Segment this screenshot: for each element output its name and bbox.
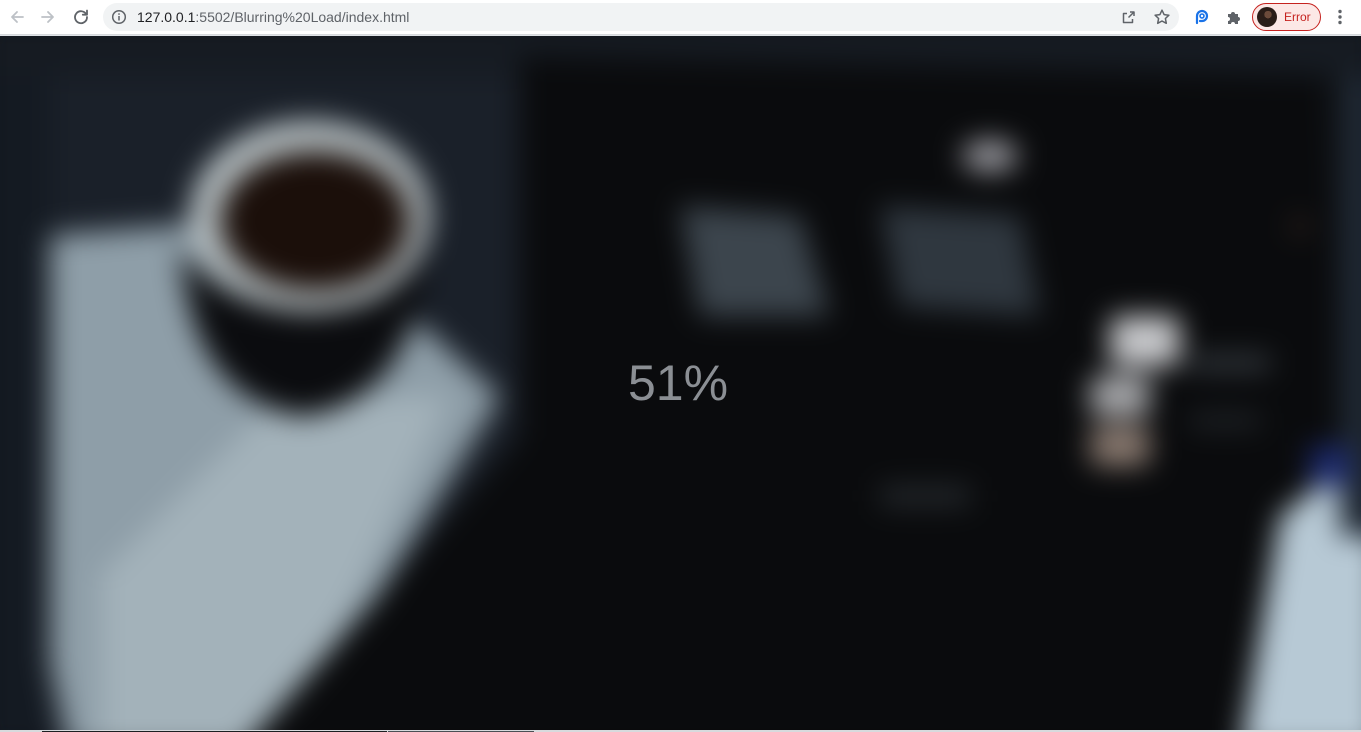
puzzle-icon[interactable] <box>1224 7 1244 27</box>
profile-button[interactable]: Error <box>1252 3 1321 31</box>
avatar <box>1257 7 1277 27</box>
arrow-right-icon <box>41 11 54 23</box>
more-vertical-icon[interactable] <box>1330 7 1350 27</box>
share-icon[interactable] <box>1120 8 1138 26</box>
url-host: 127.0.0.1 <box>137 9 196 25</box>
browser-toolbar: 127.0.0.1:5502/Blurring%20Load/index.htm… <box>0 0 1361 35</box>
reload-icon <box>74 9 88 25</box>
address-bar[interactable]: 127.0.0.1:5502/Blurring%20Load/index.htm… <box>103 3 1179 31</box>
arrow-left-icon <box>11 11 24 23</box>
loading-percentage: 51% <box>627 355 729 411</box>
url-text[interactable]: 127.0.0.1:5502/Blurring%20Load/index.htm… <box>137 9 409 25</box>
forward-button[interactable] <box>35 4 61 30</box>
reload-button[interactable] <box>68 4 94 30</box>
back-button[interactable] <box>4 4 30 30</box>
star-icon[interactable] <box>1153 8 1171 26</box>
extension-p-icon[interactable] <box>1192 7 1212 27</box>
page-viewport: 51% <box>0 36 1361 732</box>
info-icon[interactable] <box>111 9 127 25</box>
url-path: :5502/Blurring%20Load/index.html <box>195 9 410 25</box>
profile-status-label: Error <box>1284 10 1311 24</box>
